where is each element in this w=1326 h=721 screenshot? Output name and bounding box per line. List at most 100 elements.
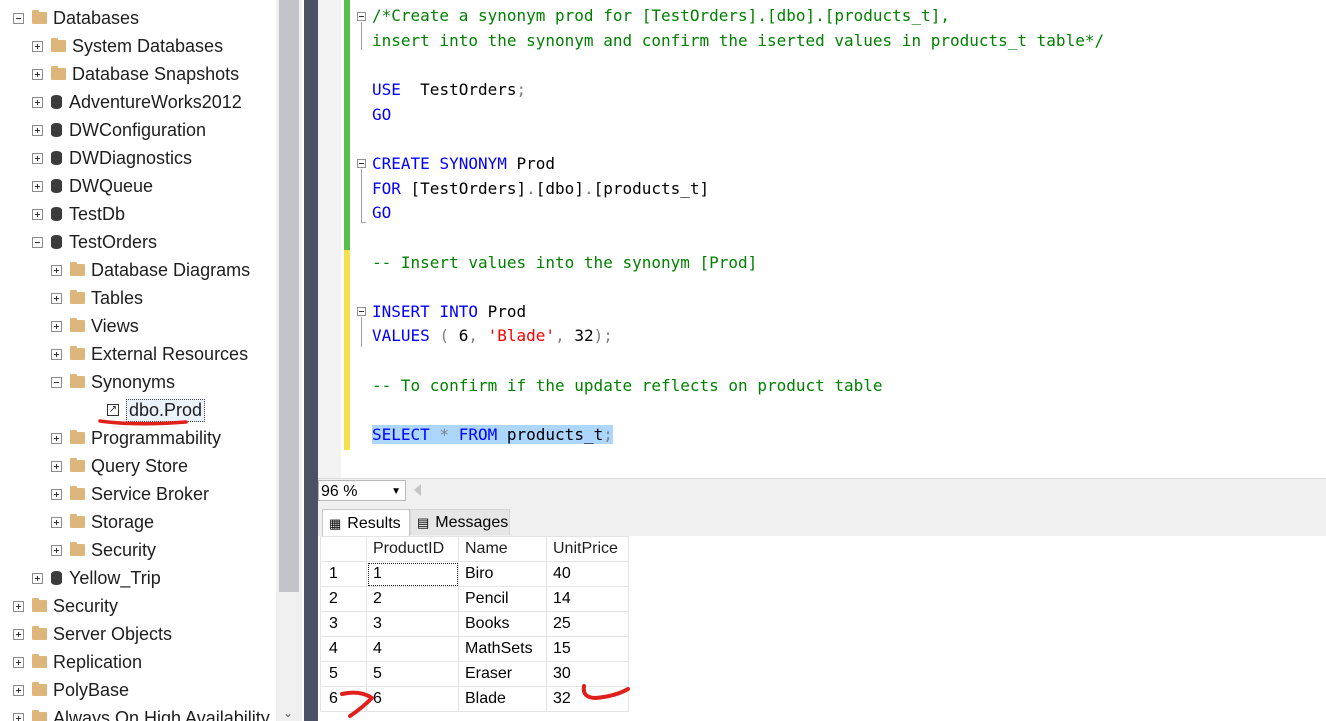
- tree-item[interactable]: TestOrders: [32, 228, 157, 256]
- expand-icon[interactable]: [51, 348, 62, 360]
- results-table[interactable]: ProductID Name UnitPrice 1 1 Biro 40 2 2 Pencil 1…: [320, 536, 629, 712]
- table-cell[interactable]: 1: [366, 561, 459, 587]
- column-header[interactable]: Name: [458, 536, 547, 562]
- tree-item[interactable]: Security: [13, 592, 118, 620]
- table-cell[interactable]: 14: [546, 586, 629, 612]
- tree-item[interactable]: System Databases: [32, 32, 223, 60]
- expand-icon[interactable]: [13, 628, 24, 640]
- table-row[interactable]: 6 6 Blade 32: [320, 686, 629, 712]
- tree-item[interactable]: Database Snapshots: [32, 60, 239, 88]
- table-cell[interactable]: Pencil: [458, 586, 547, 612]
- tree-item[interactable]: AdventureWorks2012: [32, 88, 242, 116]
- code-line[interactable]: -- Insert values into the synonym [Prod]: [372, 253, 757, 273]
- expand-icon[interactable]: [32, 572, 43, 584]
- expand-icon[interactable]: [51, 460, 62, 472]
- table-cell[interactable]: 30: [546, 661, 629, 687]
- tree-item[interactable]: DWDiagnostics: [32, 144, 192, 172]
- tree-item[interactable]: Programmability: [51, 424, 221, 452]
- expand-icon[interactable]: [51, 432, 62, 444]
- table-row[interactable]: 4 4 MathSets 15: [320, 636, 629, 662]
- tree-item[interactable]: Synonyms: [51, 368, 175, 396]
- chevron-down-icon[interactable]: ▼: [391, 481, 401, 502]
- tree-item[interactable]: PolyBase: [13, 676, 129, 704]
- expand-icon[interactable]: [32, 40, 43, 52]
- tree-item[interactable]: ↗ dbo.Prod: [107, 396, 206, 424]
- expand-icon[interactable]: [13, 712, 24, 721]
- code-line[interactable]: GO: [372, 203, 391, 223]
- tree-item[interactable]: Server Objects: [13, 620, 172, 648]
- tree-item[interactable]: Replication: [13, 648, 142, 676]
- table-row[interactable]: 5 5 Eraser 30: [320, 661, 629, 687]
- code-line[interactable]: GO: [372, 105, 391, 125]
- row-number[interactable]: 1: [320, 561, 367, 587]
- code-line[interactable]: CREATE SYNONYM Prod: [372, 154, 555, 174]
- table-cell[interactable]: 32: [546, 686, 629, 712]
- tree-item[interactable]: Security: [51, 536, 156, 564]
- collapse-icon[interactable]: [32, 236, 43, 248]
- table-row[interactable]: 1 1 Biro 40: [320, 561, 629, 587]
- zoom-dropdown[interactable]: 96 % ▼: [318, 480, 406, 501]
- tab-results[interactable]: ▦ Results: [322, 509, 410, 537]
- collapse-create-icon[interactable]: [357, 159, 366, 168]
- expand-icon[interactable]: [13, 684, 24, 696]
- code-line[interactable]: -- To confirm if the update reflects on …: [372, 376, 883, 396]
- expand-icon[interactable]: [51, 264, 62, 276]
- column-header[interactable]: ProductID: [366, 536, 459, 562]
- code-line[interactable]: /*Create a synonym prod for [TestOrders]…: [372, 6, 950, 26]
- table-cell[interactable]: Blade: [458, 686, 547, 712]
- collapse-comment-icon[interactable]: [357, 12, 366, 21]
- tree-item[interactable]: Database Diagrams: [51, 256, 250, 284]
- expand-icon[interactable]: [32, 180, 43, 192]
- tree-item[interactable]: Query Store: [51, 452, 188, 480]
- expand-icon[interactable]: [51, 544, 62, 556]
- code-line[interactable]: insert into the synonym and confirm the …: [372, 31, 1104, 51]
- row-number[interactable]: 3: [320, 611, 367, 637]
- expand-icon[interactable]: [32, 124, 43, 136]
- tree-item[interactable]: DWConfiguration: [32, 116, 206, 144]
- expand-icon[interactable]: [51, 488, 62, 500]
- expand-icon[interactable]: [32, 152, 43, 164]
- row-number[interactable]: 6: [320, 686, 367, 712]
- code-line[interactable]: INSERT INTO Prod: [372, 302, 526, 322]
- table-cell[interactable]: Books: [458, 611, 547, 637]
- table-cell[interactable]: 5: [366, 661, 459, 687]
- scroll-down-icon[interactable]: ⌄: [283, 707, 293, 719]
- tree-item[interactable]: Databases: [13, 4, 139, 32]
- table-cell[interactable]: 4: [366, 636, 459, 662]
- row-number[interactable]: 2: [320, 586, 367, 612]
- table-cell[interactable]: MathSets: [458, 636, 547, 662]
- table-cell[interactable]: 25: [546, 611, 629, 637]
- column-header[interactable]: UnitPrice: [546, 536, 629, 562]
- tree-item[interactable]: External Resources: [51, 340, 248, 368]
- expand-icon[interactable]: [51, 292, 62, 304]
- table-cell[interactable]: Biro: [458, 561, 547, 587]
- scroll-left-icon[interactable]: [414, 484, 421, 496]
- expand-icon[interactable]: [32, 96, 43, 108]
- table-cell[interactable]: 15: [546, 636, 629, 662]
- collapse-icon[interactable]: [51, 376, 62, 388]
- code-line[interactable]: FOR [TestOrders].[dbo].[products_t]: [372, 179, 709, 199]
- selected-text[interactable]: SELECT * FROM products_t;: [372, 425, 613, 444]
- tree-item[interactable]: Views: [51, 312, 139, 340]
- tree-item[interactable]: DWQueue: [32, 172, 153, 200]
- code-line[interactable]: VALUES ( 6, 'Blade', 32);: [372, 326, 613, 346]
- expand-icon[interactable]: [32, 68, 43, 80]
- table-cell[interactable]: Eraser: [458, 661, 547, 687]
- pane-splitter[interactable]: [304, 0, 318, 721]
- tree-item[interactable]: TestDb: [32, 200, 125, 228]
- expand-icon[interactable]: [32, 208, 43, 220]
- explorer-scrollbar[interactable]: ⌄: [276, 0, 302, 721]
- tab-messages[interactable]: ▤ Messages: [410, 509, 510, 535]
- table-cell[interactable]: 2: [366, 586, 459, 612]
- tree-item[interactable]: Yellow_Trip: [32, 564, 161, 592]
- row-header-corner[interactable]: [320, 536, 367, 562]
- query-editor[interactable]: /*Create a synonym prod for [TestOrders]…: [318, 0, 1326, 478]
- collapse-insert-icon[interactable]: [357, 307, 366, 316]
- row-number[interactable]: 4: [320, 636, 367, 662]
- explorer-scrollbar-thumb[interactable]: [279, 0, 299, 592]
- code-line[interactable]: SELECT * FROM products_t;: [372, 425, 613, 445]
- results-grid[interactable]: ProductID Name UnitPrice 1 1 Biro 40 2 2 Pencil 1…: [318, 536, 1326, 721]
- expand-icon[interactable]: [51, 320, 62, 332]
- tree-item[interactable]: Service Broker: [51, 480, 209, 508]
- table-row[interactable]: 2 2 Pencil 14: [320, 586, 629, 612]
